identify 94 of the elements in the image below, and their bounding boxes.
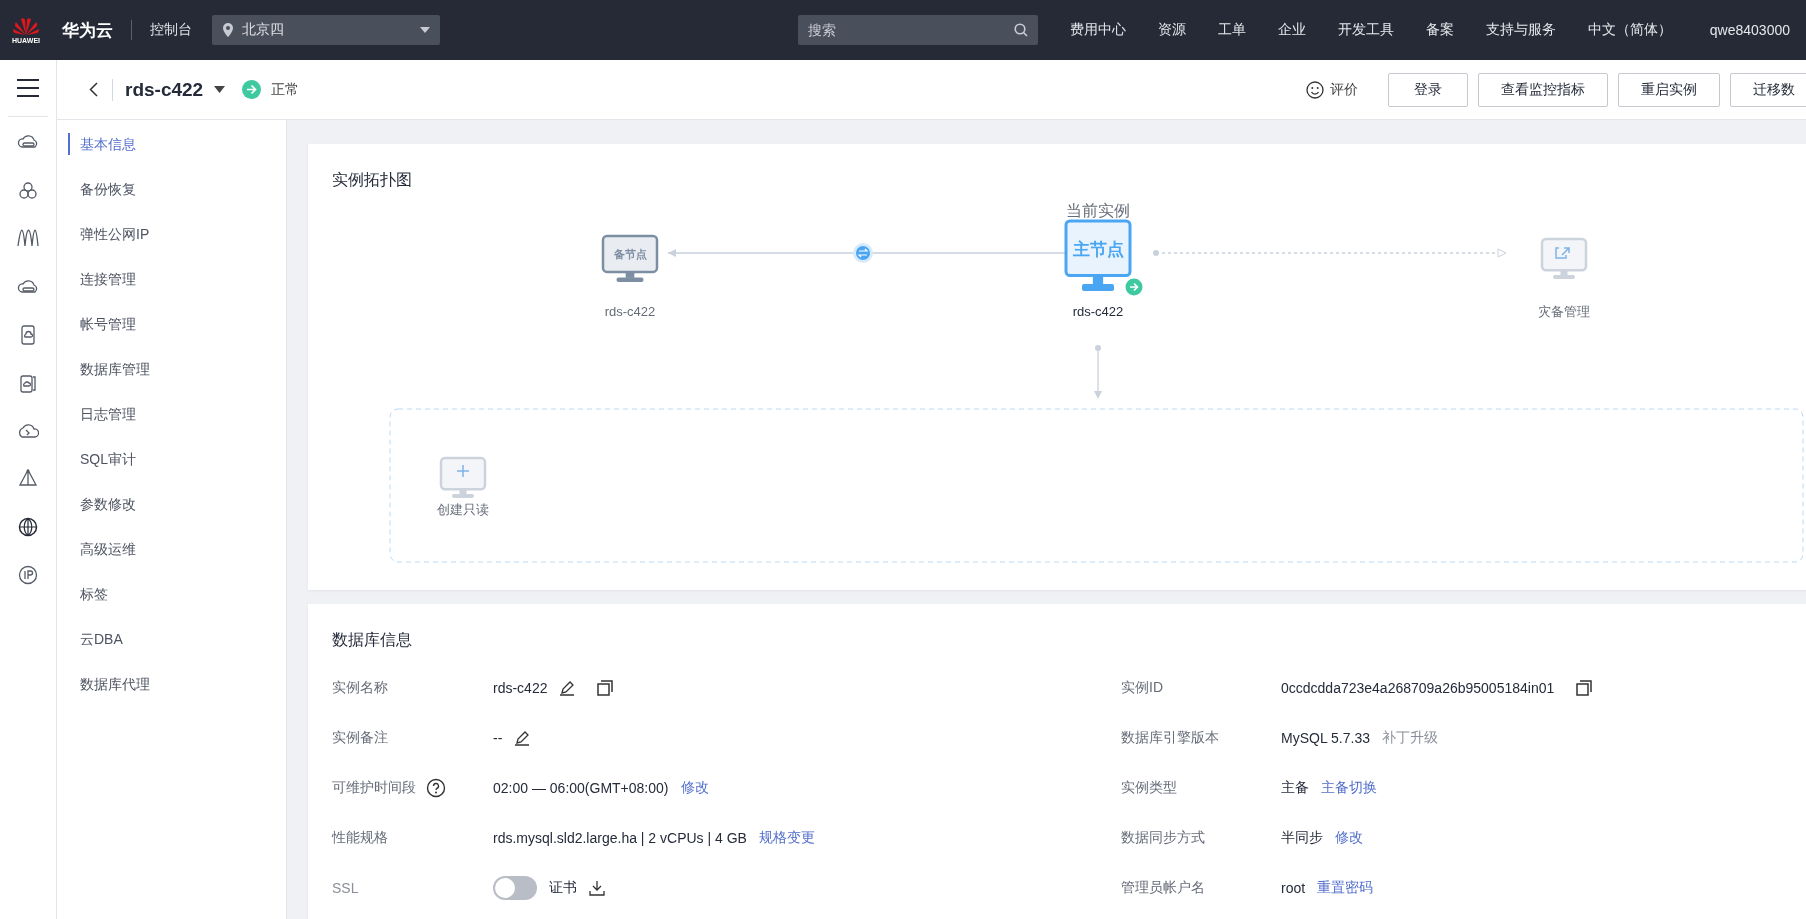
feedback-link[interactable]: 评价 <box>1306 80 1358 99</box>
action-button[interactable]: 登录 <box>1388 72 1468 107</box>
sidebar-item[interactable]: 基本信息 <box>57 122 136 167</box>
back-icon[interactable] <box>89 82 98 97</box>
connector-line <box>1094 345 1102 399</box>
node-label[interactable]: 灾备管理 <box>1538 304 1590 319</box>
search-icon <box>1013 23 1028 37</box>
field-value: rds-c422 <box>493 680 548 696</box>
section-title: 数据库信息 <box>331 630 412 650</box>
menu-icon[interactable] <box>17 79 39 97</box>
action-button[interactable]: 迁移数 <box>1730 72 1806 107</box>
field-link[interactable]: 修改 <box>680 779 709 797</box>
nav-link[interactable]: 企业 <box>1277 21 1306 39</box>
sidebar-item[interactable]: 连接管理 <box>57 257 136 302</box>
edit-icon[interactable] <box>559 680 576 696</box>
node-label[interactable]: 创建只读 <box>437 502 489 517</box>
status-text: 正常 <box>271 80 300 99</box>
field-label: 可维护时间段 <box>332 779 416 797</box>
pyramid-icon[interactable] <box>17 469 39 489</box>
cloud-icon[interactable] <box>17 421 39 441</box>
sidebar-item[interactable]: 数据库代理 <box>57 662 150 707</box>
field-label: 实例ID <box>1121 679 1163 697</box>
field-link[interactable]: 主备切换 <box>1321 779 1377 797</box>
field-value: 半同步 <box>1281 829 1323 847</box>
sidebar-item[interactable]: 帐号管理 <box>57 302 136 347</box>
field-value: MySQL 5.7.33 <box>1281 730 1370 746</box>
field-link[interactable]: 重置密码 <box>1317 879 1374 897</box>
field-label: 实例类型 <box>1121 779 1177 797</box>
field-label: 管理员帐户名 <box>1121 879 1205 897</box>
console-link[interactable]: 控制台 <box>150 21 192 39</box>
location-pin-icon <box>222 23 234 37</box>
copy-icon[interactable] <box>1576 680 1593 696</box>
instance-name: rds-c422 <box>125 78 204 101</box>
ssl-switch[interactable] <box>493 876 537 900</box>
globe-icon[interactable] <box>17 517 39 537</box>
field-label: 数据同步方式 <box>1121 829 1205 847</box>
monitor-icon <box>1540 237 1588 279</box>
sidebar-item[interactable]: SQL审计 <box>57 437 136 482</box>
field-value: 0ccdcdda723e4a268709a26b95005184in01 <box>1281 680 1555 696</box>
sidebar-item[interactable]: 标签 <box>57 572 108 617</box>
sidebar-item[interactable]: 云DBA <box>57 617 123 662</box>
node-role-label: 主节点 <box>1072 239 1124 260</box>
wave-icon[interactable] <box>17 229 39 249</box>
nav-link[interactable]: 中文（简体） <box>1587 21 1672 39</box>
field-link[interactable]: 规格变更 <box>758 829 815 847</box>
edit-icon[interactable] <box>514 730 531 746</box>
smile-icon <box>1306 80 1324 99</box>
sidebar-item[interactable]: 参数修改 <box>57 482 136 527</box>
search-field[interactable]: 搜索 <box>797 15 1038 45</box>
nav-link[interactable]: 工单 <box>1217 21 1246 39</box>
caret-icon <box>420 27 430 33</box>
field-label: 实例备注 <box>332 729 388 747</box>
field-label: SSL <box>332 880 359 896</box>
user-name[interactable]: qwe8403000 <box>1709 22 1790 38</box>
current-instance-label: 当前实例 <box>1066 202 1130 219</box>
brand-name[interactable]: 华为云 <box>62 18 113 42</box>
field-value: -- <box>493 730 503 746</box>
caret-icon[interactable] <box>214 86 226 93</box>
nav-link[interactable]: 支持与服务 <box>1485 21 1556 39</box>
field-label: 实例名称 <box>332 679 388 697</box>
field-value: root <box>1281 880 1306 896</box>
field-value: 证书 <box>549 879 577 897</box>
ip-icon[interactable] <box>17 565 39 585</box>
hexagons-icon[interactable] <box>17 181 39 201</box>
section-title: 实例拓扑图 <box>331 170 412 190</box>
help-icon[interactable] <box>426 778 446 798</box>
nav-link[interactable]: 资源 <box>1157 21 1186 39</box>
node-label: rds-c422 <box>1072 304 1124 319</box>
download-icon[interactable] <box>589 880 605 896</box>
node-label: rds-c422 <box>604 304 656 319</box>
nav-link[interactable]: 费用中心 <box>1069 21 1126 39</box>
field-label: 性能规格 <box>332 829 388 847</box>
node-role-label: 备节点 <box>613 247 647 261</box>
sidebar-item[interactable]: 数据库管理 <box>57 347 150 392</box>
cards-icon[interactable] <box>17 373 39 393</box>
field-value: rds.mysql.sld2.large.ha | 2 vCPUs | 4 GB <box>493 830 747 846</box>
sidebar-item[interactable]: 日志管理 <box>57 392 136 437</box>
field-value: 主备 <box>1281 779 1309 797</box>
sync-icon <box>853 243 873 263</box>
monitor-icon <box>601 234 659 282</box>
sidebar-item[interactable]: 高级运维 <box>57 527 136 572</box>
field-label: 数据库引擎版本 <box>1121 729 1219 747</box>
monitor-icon <box>1064 219 1132 291</box>
nav-link[interactable]: 开发工具 <box>1337 21 1394 39</box>
region-select[interactable]: 北京四 <box>212 15 440 45</box>
action-button[interactable]: 查看监控指标 <box>1478 72 1608 107</box>
action-button[interactable]: 重启实例 <box>1618 72 1720 107</box>
field-value: 02:00 — 06:00(GMT+08:00) <box>493 780 669 796</box>
sidebar-item[interactable]: 弹性公网IP <box>57 212 150 257</box>
field-note: 补丁升级 <box>1382 729 1438 747</box>
field-link[interactable]: 修改 <box>1335 829 1363 847</box>
nav-link[interactable]: 备案 <box>1425 21 1454 39</box>
copy-icon[interactable] <box>597 680 614 696</box>
sidebar-item[interactable]: 备份恢复 <box>57 167 136 212</box>
